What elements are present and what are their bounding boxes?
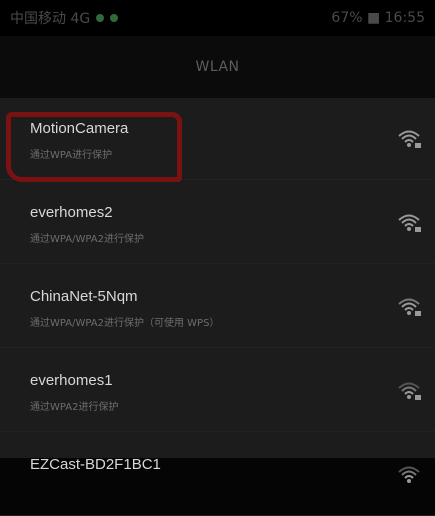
page-title: WLAN [195, 59, 240, 75]
wifi-signal-lock-icon [398, 466, 420, 483]
wifi-network-item-ezcast-bd2f1bc1[interactable]: EZCast-BD2F1BC1 [0, 434, 435, 516]
notification-icon [96, 14, 105, 22]
status-bar: 中国移动 4G 67% ■ 16:55 [0, 0, 435, 36]
header: WLAN [0, 36, 435, 98]
wifi-network-item-everhomes2[interactable]: everhomes2 通过WPA/WPA2进行保护 [0, 182, 435, 264]
network-security: 通过WPA/WPA2进行保护 [30, 234, 144, 245]
network-security: 通过WPA2进行保护 [30, 402, 119, 413]
network-ssid: EZCast-BD2F1BC1 [30, 456, 161, 473]
network-ssid: everhomes1 [30, 372, 113, 389]
network-security: 通过WPA进行保护 [30, 150, 113, 161]
wifi-signal-lock-icon [398, 298, 421, 316]
wifi-network-item-chinanet-5nqm[interactable]: ChinaNet-5Nqm 通过WPA/WPA2进行保护（可使用 WPS） [0, 266, 435, 348]
wifi-network-item-everhomes1[interactable]: everhomes1 通过WPA2进行保护 [0, 350, 435, 432]
network-ssid: ChinaNet-5Nqm [30, 288, 138, 305]
network-ssid: everhomes2 [30, 204, 113, 221]
battery-time-label: 67% ■ 16:55 [331, 10, 425, 26]
wifi-network-item-motioncamera[interactable]: MotionCamera 通过WPA进行保护 [0, 98, 435, 180]
network-ssid: MotionCamera [30, 120, 129, 137]
wifi-network-list: MotionCamera 通过WPA进行保护 everhomes2 通过WPA/… [0, 98, 435, 516]
network-security: 通过WPA/WPA2进行保护（可使用 WPS） [30, 318, 220, 329]
wifi-signal-lock-icon [398, 214, 421, 232]
status-bar-left: 中国移动 4G [10, 8, 119, 28]
carrier-label: 中国移动 4G [10, 11, 91, 27]
wifi-signal-lock-icon [398, 130, 421, 148]
wifi-signal-lock-icon [398, 382, 421, 400]
status-bar-right: 67% ■ 16:55 [331, 10, 425, 26]
notification-icon [110, 14, 119, 22]
